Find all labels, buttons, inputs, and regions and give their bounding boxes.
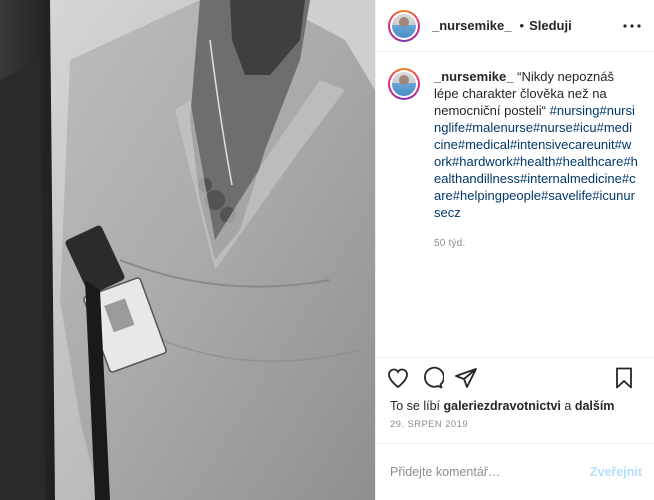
bookmark-icon[interactable]: [612, 366, 636, 390]
instagram-post: _nursemike_ • Sleduji _nursemike_ “Nikdy…: [0, 0, 654, 500]
post-side-panel: _nursemike_ • Sleduji _nursemike_ “Nikdy…: [375, 0, 654, 500]
post-header: _nursemike_ • Sleduji: [376, 0, 654, 52]
likes-others-link[interactable]: dalším: [575, 399, 615, 413]
likes-prefix: To se líbí: [390, 399, 444, 413]
more-options-icon[interactable]: [620, 14, 644, 38]
post-image: [0, 0, 375, 500]
share-icon[interactable]: [454, 366, 478, 390]
post-date[interactable]: 29. SRPEN 2019: [376, 415, 654, 443]
heart-icon[interactable]: [386, 366, 410, 390]
separator-dot: •: [519, 18, 525, 33]
author-username[interactable]: _nursemike_: [432, 18, 512, 33]
comment-input[interactable]: [388, 464, 590, 480]
caption-avatar[interactable]: [388, 68, 420, 100]
caption-username[interactable]: _nursemike_: [434, 69, 514, 84]
likes-summary: To se líbí galeriezdravotnictvi a dalším: [376, 397, 654, 415]
comment-icon[interactable]: [420, 366, 444, 390]
following-button[interactable]: Sleduji: [529, 18, 572, 33]
action-bar: [376, 357, 654, 397]
author-avatar[interactable]: [388, 9, 420, 42]
caption-hashtags[interactable]: #nursing#nursinglife#malenurse#nurse#icu…: [434, 103, 638, 220]
caption-body: _nursemike_ “Nikdy nepoznáš lépe charakt…: [434, 68, 638, 252]
post-photo[interactable]: [0, 0, 375, 500]
comments-area: _nursemike_ “Nikdy nepoznáš lépe charakt…: [376, 52, 654, 357]
likes-user-link[interactable]: galeriezdravotnictvi: [444, 399, 561, 413]
post-comment-button[interactable]: Zveřejnit: [590, 465, 642, 479]
caption: _nursemike_ “Nikdy nepoznáš lépe charakt…: [388, 68, 638, 252]
add-comment-bar: Zveřejnit: [376, 443, 654, 500]
likes-conj: a: [560, 399, 575, 413]
caption-age: 50 týd.: [434, 238, 466, 249]
